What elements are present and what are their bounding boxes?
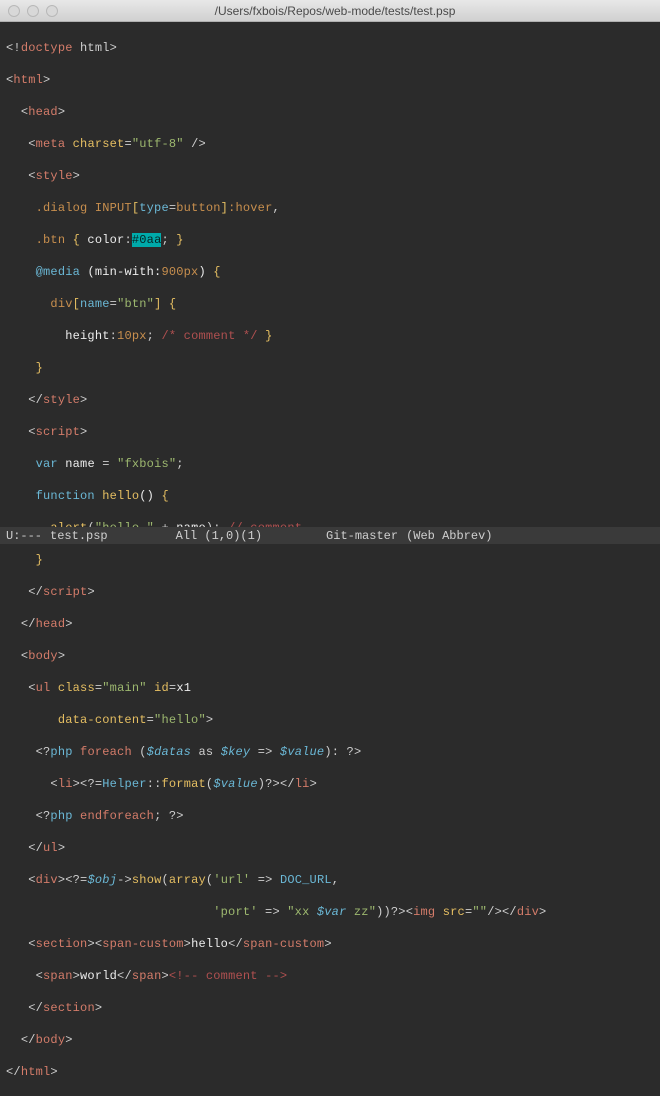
close-icon[interactable]	[8, 5, 20, 17]
window-title: /Users/fxbois/Repos/web-mode/tests/test.…	[70, 3, 660, 19]
code-line: .btn { color:#0aa; }	[6, 232, 654, 248]
code-line: <!doctype html>	[6, 40, 654, 56]
minimize-icon[interactable]	[27, 5, 39, 17]
code-line: height:10px; /* comment */ }	[6, 328, 654, 344]
modeline: U:--- test.psp All (1,0)(1) Git-master (…	[0, 527, 660, 544]
code-line: <?php foreach ($datas as $key => $value)…	[6, 744, 654, 760]
code-line: var name = "fxbois";	[6, 456, 654, 472]
code-line: @media (min-with:900px) {	[6, 264, 654, 280]
code-line: </section>	[6, 1000, 654, 1016]
color-hex-highlight: #0aa	[132, 233, 162, 247]
code-line: <script>	[6, 424, 654, 440]
window-titlebar: /Users/fxbois/Repos/web-mode/tests/test.…	[0, 0, 660, 22]
code-line: <section><span-custom>hello</span-custom…	[6, 936, 654, 952]
code-line: <body>	[6, 648, 654, 664]
code-line: <?php endforeach; ?>	[6, 808, 654, 824]
code-line: <html>	[6, 72, 654, 88]
code-line: </script>	[6, 584, 654, 600]
code-line: </head>	[6, 616, 654, 632]
code-line: <li><?=Helper::format($value)?></li>	[6, 776, 654, 792]
minibuffer[interactable]	[0, 544, 660, 551]
code-line: <head>	[6, 104, 654, 120]
code-line: <style>	[6, 168, 654, 184]
code-line: }	[6, 360, 654, 376]
code-line: <span>world</span><!-- comment -->	[6, 968, 654, 984]
traffic-lights[interactable]	[8, 5, 58, 17]
code-line: </style>	[6, 392, 654, 408]
code-line: .dialog INPUT[type=button]:hover,	[6, 200, 654, 216]
code-line: </html>	[6, 1064, 654, 1080]
modeline-encoding: U:---	[6, 528, 42, 544]
code-line: }	[6, 552, 654, 568]
modeline-mode: (Web Abbrev)	[406, 528, 492, 544]
code-line: </body>	[6, 1032, 654, 1048]
code-line: <ul class="main" id=x1	[6, 680, 654, 696]
code-line: </ul>	[6, 840, 654, 856]
code-line: <div><?=$obj->show(array('url' => DOC_UR…	[6, 872, 654, 888]
code-line: function hello() {	[6, 488, 654, 504]
modeline-position: All (1,0)(1)	[176, 528, 262, 544]
modeline-vc: Git-master	[326, 528, 398, 544]
zoom-icon[interactable]	[46, 5, 58, 17]
modeline-filename: test.psp	[50, 528, 108, 544]
code-line: 'port' => "xx $var zz"))?><img src=""/><…	[6, 904, 654, 920]
editor-area[interactable]: <!doctype html> <html> <head> <meta char…	[0, 22, 660, 526]
code-line: <meta charset="utf-8" />	[6, 136, 654, 152]
code-line: data-content="hello">	[6, 712, 654, 728]
code-line: div[name="btn"] {	[6, 296, 654, 312]
